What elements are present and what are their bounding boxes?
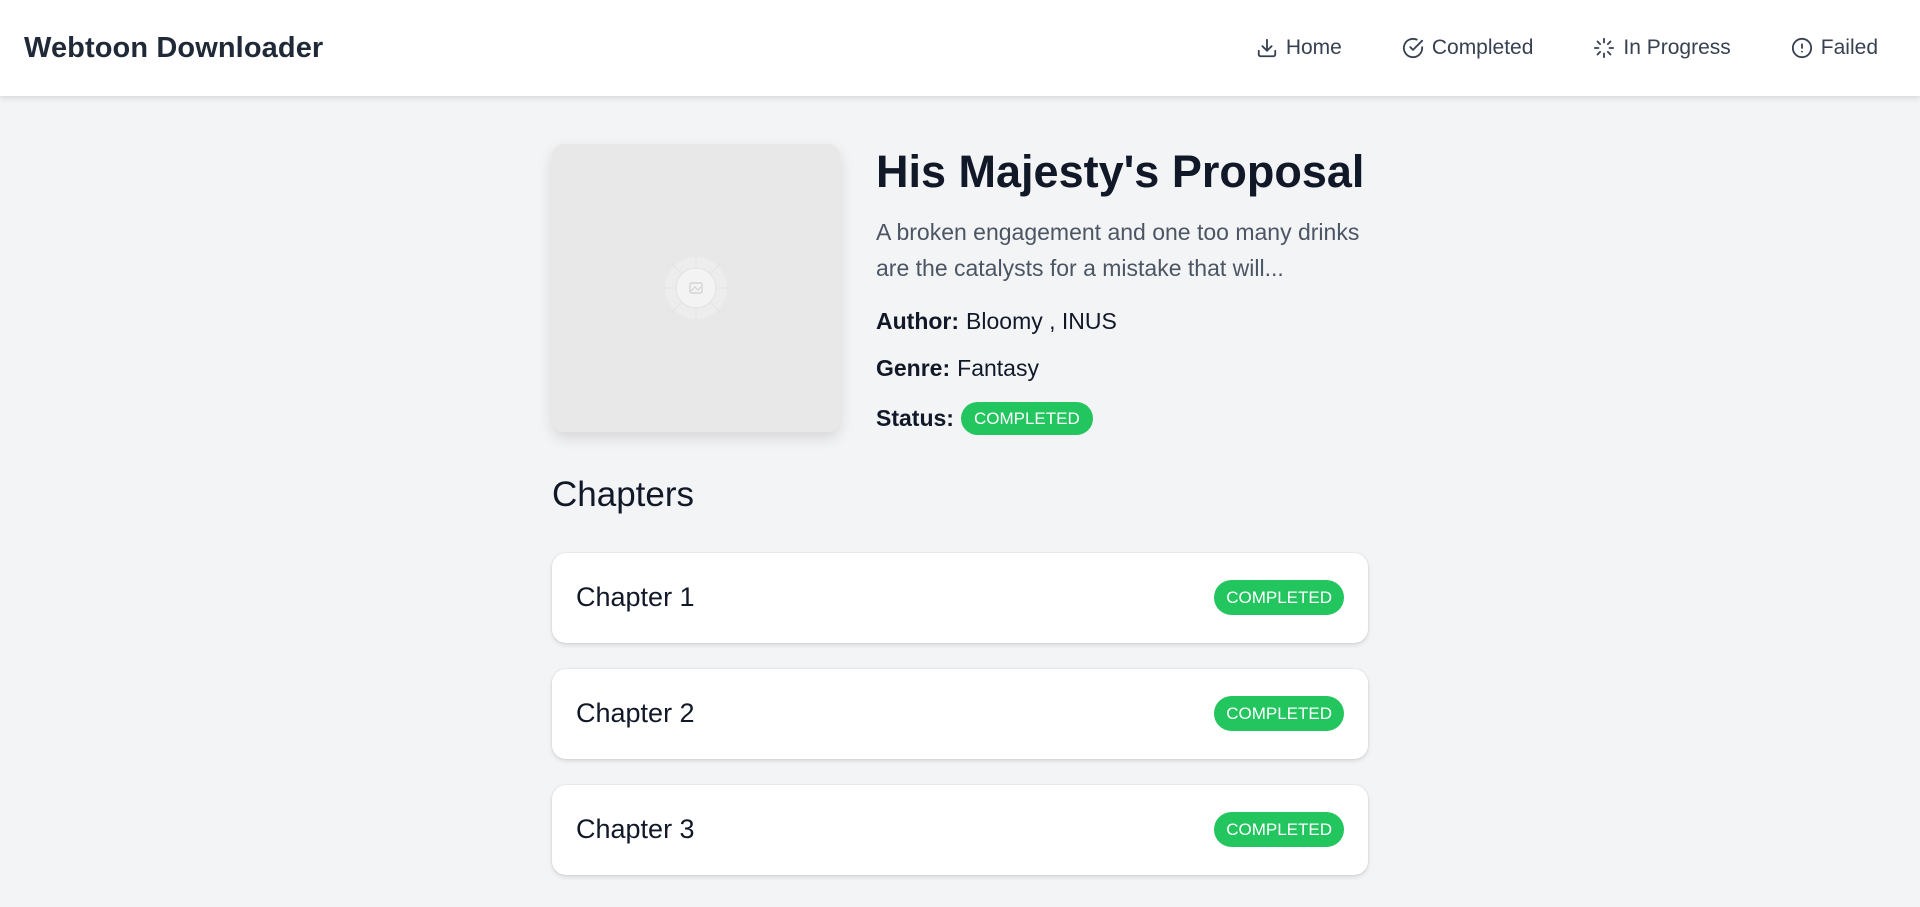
- genre-row: Genre: Fantasy: [876, 355, 1368, 382]
- check-circle-icon: [1402, 37, 1423, 59]
- series-detail: His Majesty's Proposal A broken engageme…: [552, 144, 1368, 455]
- nav-home-label: Home: [1285, 36, 1342, 59]
- chapter-list: Chapter 1 COMPLETED Chapter 2 COMPLETED …: [552, 552, 1368, 875]
- chapter-card[interactable]: Chapter 2 COMPLETED: [552, 668, 1368, 759]
- main-nav: Home Completed In Progress Failed: [1256, 36, 1896, 60]
- status-row: Status: COMPLETED: [876, 401, 1368, 435]
- chapter-title: Chapter 1: [576, 582, 695, 613]
- loader-icon: [1594, 37, 1615, 59]
- series-page: His Majesty's Proposal A broken engageme…: [552, 144, 1368, 901]
- nav-completed[interactable]: Completed: [1402, 36, 1534, 60]
- series-description: A broken engagement and one too many dri…: [876, 218, 1360, 281]
- nav-completed-label: Completed: [1431, 36, 1534, 59]
- chapter-status-badge: COMPLETED: [1214, 696, 1344, 732]
- series-info: His Majesty's Proposal A broken engageme…: [876, 144, 1368, 455]
- series-cover: [552, 144, 840, 432]
- nav-failed-label: Failed: [1820, 36, 1878, 59]
- chapter-card[interactable]: Chapter 3 COMPLETED: [552, 784, 1368, 875]
- status-label: Status:: [876, 404, 954, 431]
- chapter-card[interactable]: Chapter 1 COMPLETED: [552, 552, 1368, 643]
- chapter-title: Chapter 3: [576, 814, 695, 845]
- status-badge: COMPLETED: [960, 401, 1093, 435]
- genre-label: Genre:: [876, 354, 951, 381]
- author-label: Author:: [876, 307, 960, 334]
- nav-in-progress-label: In Progress: [1623, 36, 1731, 59]
- genre-value: Fantasy: [957, 354, 1039, 381]
- download-icon: [1257, 38, 1276, 58]
- nav-failed[interactable]: Failed: [1791, 36, 1878, 60]
- author-value: Bloomy , INUS: [966, 307, 1117, 334]
- nav-in-progress[interactable]: In Progress: [1593, 36, 1731, 60]
- top-navbar: Webtoon Downloader Home Completed In Pro…: [0, 0, 1920, 96]
- chapters-heading: Chapters: [552, 474, 695, 514]
- chapter-title: Chapter 2: [576, 698, 695, 729]
- image-placeholder-icon: [662, 254, 730, 322]
- alert-circle-icon: [1791, 37, 1812, 59]
- app-title[interactable]: Webtoon Downloader: [24, 32, 323, 65]
- author-row: Author: Bloomy , INUS: [876, 308, 1368, 335]
- nav-home[interactable]: Home: [1256, 36, 1342, 60]
- series-title: His Majesty's Proposal: [876, 146, 1365, 197]
- chapter-status-badge: COMPLETED: [1214, 812, 1344, 848]
- chapter-status-badge: COMPLETED: [1214, 580, 1344, 616]
